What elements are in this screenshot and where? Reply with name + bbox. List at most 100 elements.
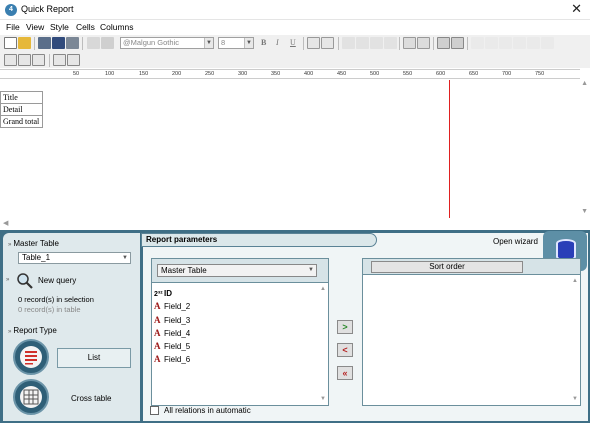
window-title: Quick Report <box>21 4 74 14</box>
menu-cells[interactable]: Cells <box>76 22 95 32</box>
section-grand-total[interactable]: Grand total <box>0 115 43 128</box>
toolbar-separator <box>467 37 468 50</box>
ruler-label: 450 <box>337 71 347 77</box>
field-name: Field_2 <box>164 302 191 312</box>
align-justify-icon[interactable] <box>384 37 397 49</box>
sort-order-header: Sort order <box>363 259 580 275</box>
scroll-up-icon[interactable]: ▲ <box>320 286 326 292</box>
save-template-icon[interactable] <box>66 37 79 49</box>
print-icon[interactable] <box>101 37 114 49</box>
close-button[interactable]: ✕ <box>571 2 582 16</box>
open-folder-icon[interactable] <box>18 37 31 49</box>
remove-row-icon[interactable] <box>67 54 80 66</box>
line-icon[interactable] <box>321 37 334 49</box>
records-in-selection: 0 record(s) in selection <box>18 295 94 304</box>
underline-button[interactable]: U <box>290 38 296 47</box>
report-type-label: Report Type <box>8 326 56 335</box>
sum-icon[interactable] <box>471 37 484 49</box>
remove-field-button[interactable]: < <box>337 343 353 357</box>
deviation-icon[interactable] <box>541 37 554 49</box>
sort-order-panel: Sort order ▲ ▼ <box>362 258 581 406</box>
field-name: Field_6 <box>164 355 191 365</box>
list-report-button[interactable] <box>13 339 49 375</box>
ruler-label: 700 <box>502 71 512 77</box>
master-table-select[interactable]: Table_1 ▼ <box>18 252 131 264</box>
italic-button[interactable]: I <box>276 38 279 47</box>
format-toolbar: @Malgun Gothic ▼ 8 ▼ B I U <box>0 35 590 52</box>
field-name: Field_3 <box>164 315 191 325</box>
key-field-icon: 2³² <box>154 291 163 298</box>
field-name: ID <box>164 289 172 298</box>
table-icon[interactable] <box>437 37 450 49</box>
cross-table-button[interactable] <box>13 379 49 415</box>
pen-icon[interactable] <box>307 37 320 49</box>
average-icon[interactable] <box>485 37 498 49</box>
chevron-down-icon: ▼ <box>204 38 213 48</box>
scroll-left-icon[interactable]: ◀ <box>3 219 8 227</box>
font-name-select[interactable]: @Malgun Gothic ▼ <box>120 37 214 49</box>
master-table-header: Master Table ▼ <box>152 259 328 283</box>
list-item[interactable]: A Field_2 <box>152 300 322 313</box>
border-grid-icon[interactable] <box>417 37 430 49</box>
all-relations-checkbox[interactable] <box>150 406 159 415</box>
ruler-label: 300 <box>238 71 248 77</box>
field-icon: A <box>154 314 161 325</box>
list-item[interactable]: A Field_4 <box>152 327 322 340</box>
list-type-label: List <box>57 348 131 368</box>
save-as-icon[interactable] <box>52 37 65 49</box>
field-list: 2³²ID A Field_2 A Field_3 A Field_4 A Field_… <box>152 287 322 367</box>
scroll-down-icon[interactable]: ▼ <box>572 396 578 402</box>
report-design-area[interactable]: Title Detail Grand total ▲ ▼ ◀ <box>0 80 590 230</box>
add-field-button[interactable]: > <box>337 320 353 334</box>
menu-columns[interactable]: Columns <box>100 22 134 32</box>
master-table-dropdown[interactable]: Master Table ▼ <box>157 264 317 277</box>
master-table-dropdown-value: Master Table <box>161 266 207 275</box>
list-item[interactable]: A Field_5 <box>152 340 322 353</box>
count-icon[interactable] <box>527 37 540 49</box>
min-icon[interactable] <box>499 37 512 49</box>
scroll-up-icon[interactable]: ▲ <box>572 278 578 284</box>
list-item[interactable]: 2³²ID <box>152 287 322 300</box>
insert-column-icon[interactable] <box>4 54 17 66</box>
align-left-icon[interactable] <box>342 37 355 49</box>
save-icon[interactable] <box>38 37 51 49</box>
app-icon: 4 <box>5 4 17 16</box>
new-icon[interactable] <box>4 37 17 49</box>
align-right-icon[interactable] <box>370 37 383 49</box>
section-title[interactable]: Title <box>0 91 43 104</box>
toolbar-separator <box>34 37 35 50</box>
add-row-icon[interactable] <box>53 54 66 66</box>
section-detail[interactable]: Detail <box>0 103 43 116</box>
bold-button[interactable]: B <box>261 38 266 47</box>
master-table-panel: Master Table ▼ 2³²ID A Field_2 A Field_3 A… <box>151 258 329 406</box>
search-icon[interactable] <box>16 272 34 290</box>
menu-style[interactable]: Style <box>50 22 69 32</box>
remove-all-fields-button[interactable]: « <box>337 366 353 380</box>
ruler-label: 650 <box>469 71 479 77</box>
menu-view[interactable]: View <box>26 22 44 32</box>
ruler-label: 250 <box>205 71 215 77</box>
scroll-down-icon[interactable]: ▼ <box>320 396 326 402</box>
list-item[interactable]: A Field_6 <box>152 353 322 366</box>
border-all-icon[interactable] <box>403 37 416 49</box>
grid-icon[interactable] <box>451 37 464 49</box>
scroll-up-icon[interactable]: ▲ <box>581 80 588 87</box>
scroll-down-icon[interactable]: ▼ <box>581 208 588 215</box>
font-size-select[interactable]: 8 ▼ <box>218 37 254 49</box>
max-icon[interactable] <box>513 37 526 49</box>
ruler-label: 150 <box>139 71 149 77</box>
align-center-icon[interactable] <box>356 37 369 49</box>
page-width-marker[interactable] <box>449 80 450 218</box>
column-width-icon[interactable] <box>32 54 45 66</box>
menu-file[interactable]: File <box>6 22 20 32</box>
new-query-button[interactable]: New query <box>38 276 76 285</box>
field-name: Field_4 <box>164 328 191 338</box>
report-parameters-area: Report parameters Open wizard Master Tab… <box>141 231 588 421</box>
list-item[interactable]: A Field_3 <box>152 314 322 327</box>
preview-icon[interactable] <box>87 37 100 49</box>
delete-column-icon[interactable] <box>18 54 31 66</box>
chevron-down-icon: ▼ <box>308 267 314 273</box>
toolbar-separator <box>399 37 400 50</box>
menu-bar: File View Style Cells Columns <box>0 20 590 35</box>
wizard-panel: Master Table Table_1 ▼ » New query 0 rec… <box>0 230 590 423</box>
